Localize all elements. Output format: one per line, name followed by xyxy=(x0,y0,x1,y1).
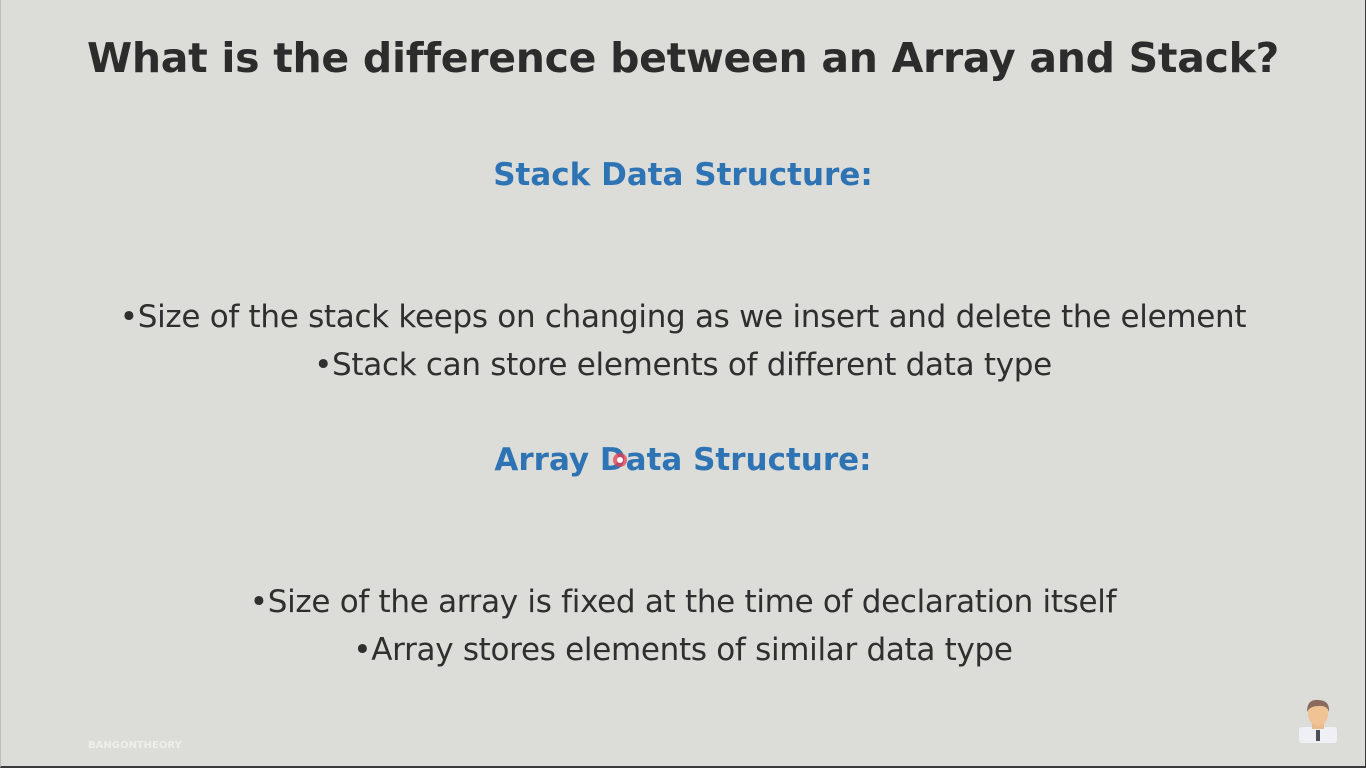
array-bullet-2: •Array stores elements of similar data t… xyxy=(353,632,1013,668)
slide-title: What is the difference between an Array … xyxy=(86,34,1280,82)
watermark: BANGONTHEORY xyxy=(88,740,182,751)
stack-bullet-2: •Stack can store elements of different d… xyxy=(314,347,1052,383)
stack-heading: Stack Data Structure: xyxy=(493,157,873,193)
pointer-cursor-icon xyxy=(613,453,627,467)
array-bullet-1: •Size of the array is fixed at the time … xyxy=(249,584,1117,620)
array-heading: Array Data Structure: xyxy=(494,442,872,478)
presenter-avatar-icon xyxy=(1299,699,1337,743)
stack-bullet-1: •Size of the stack keeps on changing as … xyxy=(119,299,1247,335)
